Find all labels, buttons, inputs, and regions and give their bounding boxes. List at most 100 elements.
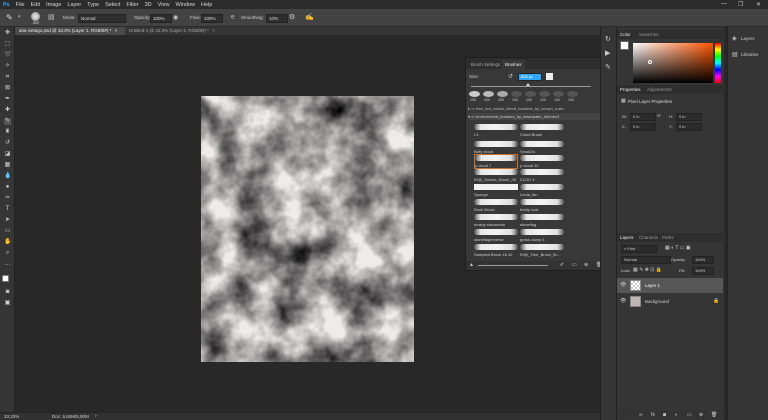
screen-mode-icon[interactable]: ▣ (4, 300, 11, 307)
layers-collapsed-button[interactable]: ◈ Layers (730, 34, 767, 43)
chevron-down-icon[interactable]: ▾ (18, 14, 21, 20)
brush-preset-item[interactable]: fluffy cloud (474, 141, 518, 154)
stamp-tool-icon[interactable]: ♜ (4, 129, 11, 136)
mask-icon[interactable]: ◙ (663, 412, 666, 418)
menu-window[interactable]: Window (175, 2, 195, 8)
trash-icon[interactable]: 🗑 (711, 412, 717, 418)
filter-icons[interactable]: ▦ ◐ T ▭ ▣ (665, 245, 691, 251)
layer-row[interactable]: 👁 Background 🔒 (617, 294, 723, 309)
link-icon[interactable]: ∞ (657, 113, 661, 119)
move-tool-icon[interactable]: ✥ (4, 30, 11, 37)
preset-brush[interactable] (469, 91, 480, 97)
mode-select[interactable]: Normal (78, 14, 126, 23)
brush-preset-item[interactable]: grass clump 1 (520, 229, 564, 242)
brushes-icon[interactable]: ✎ (605, 63, 611, 71)
h-field[interactable]: 0 in (676, 113, 702, 121)
layer-row-selected[interactable]: 👁 Layer 1 (617, 278, 723, 293)
tab-adjustments[interactable]: Adjustments (647, 87, 672, 92)
tab-properties[interactable]: Properties (620, 87, 641, 92)
color-picker-handle[interactable] (648, 60, 652, 64)
layer-filter-kind[interactable]: ⌕ Kind (621, 245, 657, 253)
x-field[interactable]: 0 in (630, 123, 656, 131)
preset-brush[interactable] (567, 91, 578, 97)
brush-preset-item[interactable]: IH@_Tree_Brush_fin... (520, 244, 564, 257)
brush-preset-item-selected[interactable]: p cloud 7 (474, 154, 518, 169)
brush-preset-item[interactable]: stoneflagreverse (474, 229, 518, 242)
brush-folder[interactable]: ▸ ▭ free_low_action_blend_brushes_by_vms… (468, 106, 600, 112)
menu-type[interactable]: Type (87, 2, 99, 8)
crop-tool-icon[interactable]: ⌗ (4, 74, 11, 81)
menu-file[interactable]: File (16, 2, 25, 8)
size-slider-thumb[interactable] (526, 83, 530, 86)
brush-preset-item[interactable]: CLOD 3 (520, 169, 564, 182)
new-brush-icon[interactable]: ⊕ (584, 262, 588, 268)
airbrush-icon[interactable]: ⚟ (230, 14, 235, 21)
brush-preset-item[interactable]: Rock Brush (474, 199, 518, 212)
lock-icons[interactable]: ▦ ✎ ✥ ⊡ 🔒 (633, 267, 662, 273)
eye-icon[interactable]: 👁 (620, 282, 626, 288)
close-button[interactable]: ✕ (756, 1, 761, 8)
create-brush-icon[interactable]: ✐ (560, 262, 564, 268)
fx-icon[interactable]: fx (651, 412, 655, 418)
layer-opacity-field[interactable]: 100% (692, 256, 714, 264)
tab-close-icon[interactable]: × (115, 28, 118, 33)
smoothing-field[interactable]: 10% (266, 14, 288, 23)
tab-layers[interactable]: Layers (620, 235, 634, 240)
healing-tool-icon[interactable]: ✚ (4, 107, 11, 114)
menu-select[interactable]: Select (105, 2, 120, 8)
preview-size-slider[interactable] (478, 265, 548, 266)
tab-brush-settings[interactable]: Brush Settings (468, 60, 503, 69)
tab-document[interactable]: Untitled-1 @ 33,3% (Layer 2, RGB/8#) * × (125, 27, 233, 35)
type-tool-icon[interactable]: T (4, 206, 11, 213)
brush-preset-item[interactable]: frenly rock (520, 199, 564, 212)
libraries-collapsed-button[interactable]: ▤ Libraries (730, 50, 767, 59)
hue-slider[interactable] (715, 43, 721, 83)
menu-layer[interactable]: Layer (67, 2, 81, 8)
flow-field[interactable]: 100% (201, 14, 223, 23)
blend-mode-select[interactable]: Normal (621, 256, 671, 264)
menu-edit[interactable]: Edit (31, 2, 40, 8)
hand-tool-icon[interactable]: ✋ (4, 239, 11, 246)
w-field[interactable]: 0 in (630, 113, 656, 121)
brush-preset-item[interactable]: stoneflag (520, 214, 564, 227)
quick-select-tool-icon[interactable]: ✧ (4, 63, 11, 70)
foreground-color-swatch[interactable] (620, 41, 629, 50)
zoom-tool-icon[interactable]: ⌕ (4, 250, 11, 257)
eye-icon[interactable]: 👁 (620, 298, 626, 304)
gradient-tool-icon[interactable]: ▦ (4, 162, 11, 169)
menu-view[interactable]: View (158, 2, 170, 8)
menu-3d[interactable]: 3D (145, 2, 152, 8)
adjustment-icon[interactable]: ◐ (675, 412, 678, 418)
size-slider[interactable] (471, 86, 591, 87)
preset-brush[interactable] (525, 91, 536, 97)
quick-mask-icon[interactable]: ◙ (4, 289, 11, 296)
marquee-tool-icon[interactable]: ⬚ (4, 41, 11, 48)
brush-preset-item[interactable]: Sponge (474, 184, 518, 197)
brush-preset-item[interactable]: Linda_fan (520, 184, 564, 197)
opacity-field[interactable]: 100% (150, 14, 172, 23)
brush-folder-open[interactable]: ▾ ▭ environment_brushes_by_dawnpaler_d5u… (468, 113, 604, 120)
zoom-level[interactable]: 33,33% (4, 414, 19, 419)
lasso-tool-icon[interactable]: ➰ (4, 52, 11, 59)
history-brush-icon[interactable]: ↺ (4, 140, 11, 147)
link-layers-icon[interactable]: ∞ (639, 412, 643, 418)
maximize-button[interactable]: ❐ (738, 1, 743, 8)
tab-brushes[interactable]: Brushes (502, 60, 525, 69)
brush-settings-icon[interactable]: ▤ (48, 13, 55, 21)
path-select-icon[interactable]: ➤ (4, 217, 11, 224)
preset-brush[interactable] (539, 91, 550, 97)
preset-brush[interactable] (553, 91, 564, 97)
brush-preset-item[interactable]: Sampled Brush 16 42 (474, 244, 518, 257)
gear-icon[interactable]: ⚙ (289, 13, 295, 21)
minimize-button[interactable]: — (721, 1, 727, 7)
brush-preset-item[interactable]: IH@_Smoke_Brush_05 (474, 169, 518, 182)
pen-tool-icon[interactable]: ✑ (4, 195, 11, 202)
brush-tool-icon[interactable]: ✎ (6, 13, 13, 22)
folder-icon[interactable]: ▭ (687, 412, 692, 418)
frame-tool-icon[interactable]: ⊠ (4, 85, 11, 92)
tab-swatches[interactable]: Swatches (639, 32, 659, 37)
eyedropper-tool-icon[interactable]: ✒ (4, 96, 11, 103)
preset-brush[interactable] (497, 91, 508, 97)
menu-filter[interactable]: Filter (126, 2, 138, 8)
app-logo[interactable]: Ps (3, 2, 10, 8)
